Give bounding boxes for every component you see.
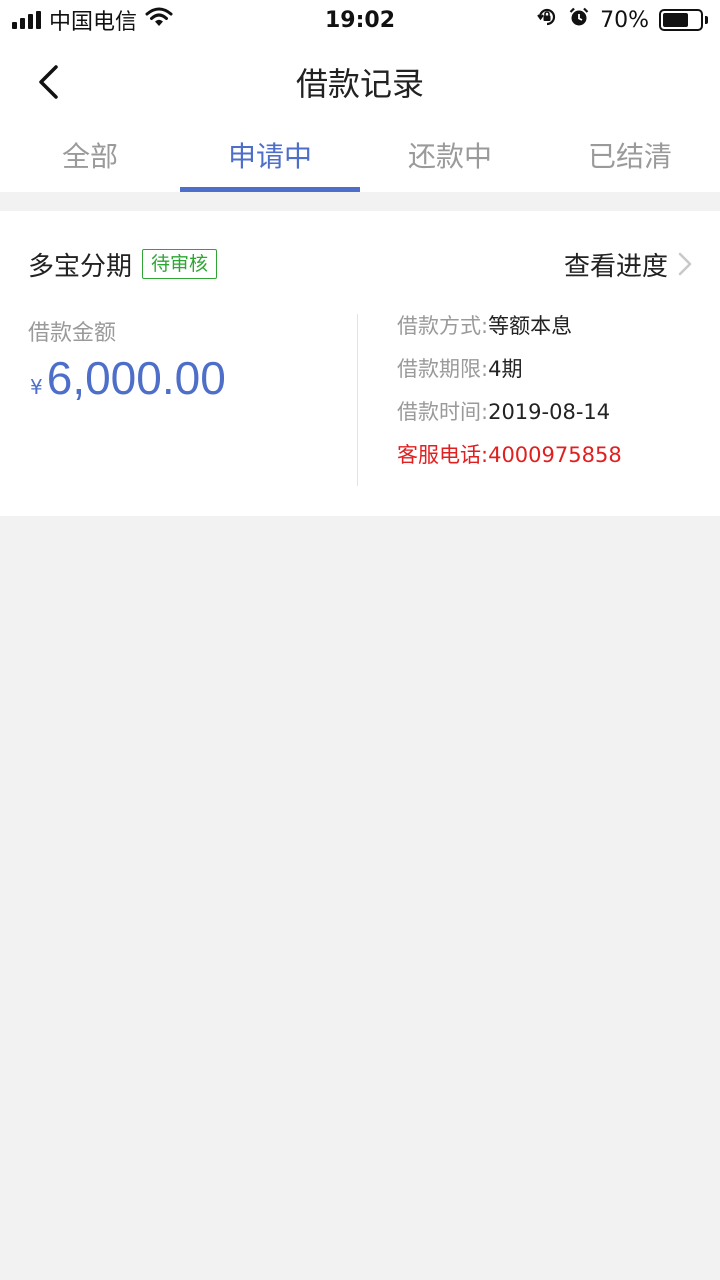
wifi-icon: [145, 6, 173, 34]
detail-value: 2019-08-14: [488, 400, 611, 424]
loan-card: 多宝分期 待审核 查看进度 借款金额 ¥ 6,000.00 借款方式:等额本息 …: [0, 211, 720, 516]
loan-details: 借款方式:等额本息 借款期限:4期 借款时间:2019-08-14 客服电话:4…: [397, 311, 622, 483]
chevron-left-icon: [39, 65, 58, 99]
detail-term: 借款期限:4期: [397, 354, 622, 397]
status-right: 70%: [536, 6, 708, 34]
battery-icon: [659, 9, 708, 31]
amount-label: 借款金额: [28, 321, 117, 346]
product-name: 多宝分期: [28, 251, 133, 282]
detail-key: 借款期限:: [397, 357, 489, 381]
currency-symbol: ¥: [30, 375, 43, 399]
signal-icon: [12, 11, 41, 29]
status-left: 中国电信: [12, 4, 536, 36]
view-progress-label: 查看进度: [563, 251, 668, 282]
loan-amount: ¥ 6,000.00: [30, 351, 226, 405]
customer-service-hotline[interactable]: 客服电话:4000975858: [397, 440, 622, 483]
back-button[interactable]: [28, 62, 68, 102]
status-badge: 待审核: [142, 249, 218, 279]
detail-value: 等额本息: [488, 314, 573, 338]
tab-settled[interactable]: 已结清: [540, 124, 720, 192]
tab-applying[interactable]: 申请中: [180, 124, 360, 192]
tab-all[interactable]: 全部: [0, 124, 180, 192]
view-progress-link[interactable]: 查看进度: [564, 246, 692, 283]
carrier-label: 中国电信: [49, 10, 138, 35]
detail-method: 借款方式:等额本息: [397, 311, 622, 354]
detail-date: 借款时间:2019-08-14: [397, 397, 622, 440]
detail-value: 4期: [488, 357, 523, 381]
hotline-number[interactable]: 4000975858: [488, 443, 622, 467]
hotline-key: 客服电话:: [397, 443, 489, 467]
nav-bar: 借款记录: [0, 40, 720, 124]
chevron-right-icon: [678, 252, 692, 276]
amount-value: 6,000.00: [46, 352, 226, 404]
app-screen: 中国电信 19:02 70% 借款记录 全部 申请中 还款中 已结清 多宝分期 …: [0, 0, 720, 1280]
card-header: 多宝分期 待审核 查看进度: [28, 246, 692, 283]
battery-percent: 70%: [600, 7, 649, 33]
status-bar: 中国电信 19:02 70%: [0, 0, 720, 40]
tab-bar: 全部 申请中 还款中 已结清: [0, 124, 720, 192]
page-title: 借款记录: [295, 65, 424, 103]
detail-key: 借款时间:: [397, 400, 489, 424]
alarm-icon: [568, 6, 590, 34]
rotation-lock-icon: [536, 6, 558, 34]
divider: [357, 314, 358, 486]
detail-key: 借款方式:: [397, 314, 489, 338]
tab-repaying[interactable]: 还款中: [360, 124, 540, 192]
